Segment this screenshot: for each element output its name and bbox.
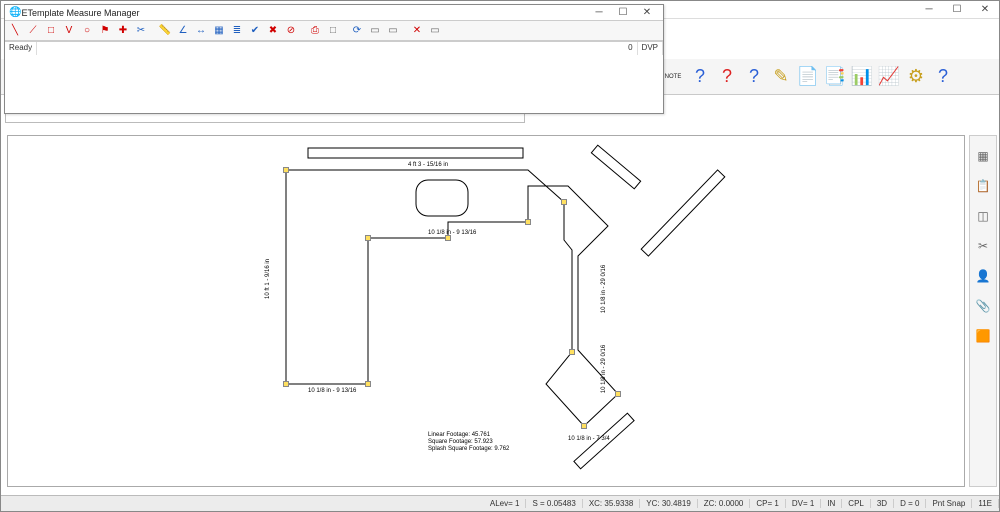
status-xc: XC: 35.9338 (583, 499, 640, 508)
tb-x2-icon[interactable]: ✕ (409, 23, 425, 39)
palette-clipboard-icon[interactable]: 📋 (973, 176, 993, 196)
status-d: D = 0 (894, 499, 926, 508)
tb-v-icon[interactable]: V (61, 23, 77, 39)
tb-layers-icon[interactable]: ≣ (229, 23, 245, 39)
palette-window-icon[interactable]: ◫ (973, 206, 993, 226)
dim-top: 4 ft 3 - 15/16 in (408, 162, 448, 168)
status-snap: Pnt Snap (926, 499, 972, 508)
tb-grid-icon[interactable]: ▦ (211, 23, 227, 39)
tb-scissors-icon[interactable]: ✂ (133, 23, 149, 39)
dim-left: 10 ft 1 - 9/16 in (265, 259, 271, 299)
vertex-marker (561, 199, 567, 205)
query-3-button[interactable]: ? (742, 64, 766, 90)
inner-maximize-button[interactable]: ☐ (611, 7, 635, 18)
tb-tool1-icon[interactable]: ⎙ (307, 23, 323, 39)
inner-status-ready: Ready (5, 42, 37, 55)
inner-window-title: ETemplate Measure Manager (21, 8, 587, 18)
status-tail: 11E (972, 499, 999, 508)
inner-toolbar: ╲ ⟋ □ V ○ ⚑ ✚ ✂ 📏 ∠ ↔ ▦ ≣ ✔ ✖ ⊘ ⎙ □ ⟳ ▭ … (5, 21, 663, 41)
outer-minimize-button[interactable]: ─ (915, 2, 943, 18)
inner-close-button[interactable]: ✕ (635, 7, 659, 18)
inner-status-mode: DVP (638, 42, 663, 55)
tb-angle-icon[interactable]: ∠ (175, 23, 191, 39)
help-button[interactable]: ? (931, 64, 955, 90)
palette-grid-icon[interactable]: ▦ (973, 146, 993, 166)
tb-ruler-icon[interactable]: 📏 (157, 23, 173, 39)
tb-check-icon[interactable]: ✔ (247, 23, 263, 39)
status-3d: 3D (871, 499, 894, 508)
tb-dim-icon[interactable]: ↔ (193, 23, 209, 39)
dim-inner-top: 10 1/8 in - 9 13/16 (428, 230, 476, 236)
tool-e-button[interactable]: 📈 (877, 64, 901, 90)
tool-b-button[interactable]: 📄 (796, 64, 820, 90)
app-icon: 🌐 (9, 7, 21, 18)
right-palette: ▦ 📋 ◫ ✂ 👤 📎 🟧 (969, 135, 997, 487)
tb-opt-icon[interactable]: ▭ (427, 23, 443, 39)
outer-close-button[interactable]: ✕ (971, 2, 999, 18)
palette-attach-icon[interactable]: 📎 (973, 296, 993, 316)
vertex-marker (615, 391, 621, 397)
query-1-button[interactable]: ? (688, 64, 712, 90)
tb-rect-icon[interactable]: □ (43, 23, 59, 39)
summary-splash: Splash Square Footage: 9.762 (428, 446, 509, 453)
note-tool[interactable]: NOTE (661, 64, 685, 90)
status-cp: CP= 1 (750, 499, 785, 508)
summary-square: Square Footage: 57.923 (428, 439, 509, 446)
tb-stop-icon[interactable]: ⊘ (283, 23, 299, 39)
dim-right-lower: 10 1/8 in - 29 0/16 (601, 345, 607, 393)
tb-circle-icon[interactable]: ○ (79, 23, 95, 39)
tool-d-button[interactable]: 📊 (850, 64, 874, 90)
drawing-canvas[interactable]: 4 ft 3 - 15/16 in 10 ft 1 - 9/16 in 10 1… (7, 135, 965, 487)
tb-doc2-icon[interactable]: ▭ (385, 23, 401, 39)
query-2-button[interactable]: ? (715, 64, 739, 90)
tb-plus-icon[interactable]: ✚ (115, 23, 131, 39)
vertex-marker (569, 349, 575, 355)
tb-flag-icon[interactable]: ⚑ (97, 23, 113, 39)
tool-c-button[interactable]: 📑 (823, 64, 847, 90)
tool-f-button[interactable]: ⚙ (904, 64, 928, 90)
vertex-marker (283, 167, 289, 173)
vertex-marker (365, 381, 371, 387)
measure-manager-window: 🌐 ETemplate Measure Manager ─ ☐ ✕ ╲ ⟋ □ … (4, 4, 664, 114)
status-yc: YC: 30.4819 (640, 499, 697, 508)
palette-cut-icon[interactable]: ✂ (973, 236, 993, 256)
tb-line-icon[interactable]: ╲ (7, 23, 23, 39)
vertex-marker (525, 219, 531, 225)
inner-status-num: 0 (624, 42, 637, 55)
footage-summary: Linear Footage: 45.761 Square Footage: 5… (428, 432, 509, 454)
status-cpl: CPL (842, 499, 871, 508)
vertex-marker (365, 235, 371, 241)
tb-tool2-icon[interactable]: □ (325, 23, 341, 39)
dim-right-upper: 10 1/8 in - 29 0/16 (601, 265, 607, 313)
dim-bottom-left: 10 1/8 in - 9 13/16 (308, 388, 356, 394)
tb-arc-icon[interactable]: ⟋ (25, 23, 41, 39)
dim-bottom-right: 10 1/8 in - 7 3/4 (568, 436, 610, 442)
inner-content-area (5, 55, 663, 113)
tb-cancel-icon[interactable]: ✖ (265, 23, 281, 39)
bottom-status-bar: ALev= 1 S = 0.05483 XC: 35.9338 YC: 30.4… (1, 495, 999, 511)
vertex-marker (581, 423, 587, 429)
inner-minimize-button[interactable]: ─ (587, 7, 611, 18)
inner-titlebar[interactable]: 🌐 ETemplate Measure Manager ─ ☐ ✕ (5, 5, 663, 21)
status-dv: DV= 1 (786, 499, 821, 508)
vertex-marker (283, 381, 289, 387)
summary-linear: Linear Footage: 45.761 (428, 432, 509, 439)
status-in: IN (821, 499, 842, 508)
status-zc: ZC: 0.0000 (698, 499, 751, 508)
outer-maximize-button[interactable]: ☐ (943, 2, 971, 18)
palette-person-icon[interactable]: 👤 (973, 266, 993, 286)
inner-status-row: Ready 0 DVP (5, 41, 663, 55)
tb-refresh-icon[interactable]: ⟳ (349, 23, 365, 39)
status-alev: ALev= 1 (484, 499, 527, 508)
tb-doc-icon[interactable]: ▭ (367, 23, 383, 39)
status-scale: S = 0.05483 (526, 499, 582, 508)
tool-a-button[interactable]: ✎ (769, 64, 793, 90)
palette-swatch-icon[interactable]: 🟧 (973, 326, 993, 346)
